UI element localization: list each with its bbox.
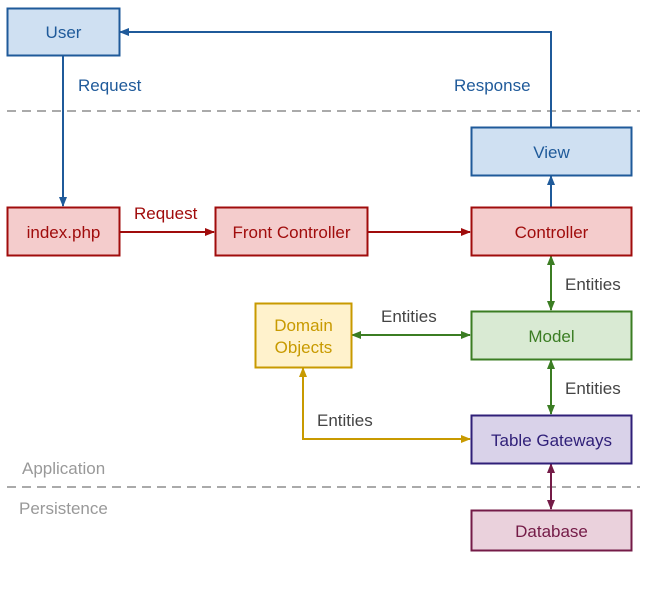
edge-label-model-gateways: Entities: [565, 379, 621, 398]
node-user: User: [6, 7, 121, 57]
layer-label-application: Application: [22, 459, 105, 478]
edge-label-response: Response: [454, 76, 531, 95]
node-model-label: Model: [528, 327, 574, 346]
node-controller-label: Controller: [515, 223, 589, 242]
node-table-gateways-label: Table Gateways: [491, 431, 612, 450]
node-domain-objects-label-1: Domain: [274, 316, 333, 335]
node-index: index.php: [6, 206, 121, 257]
edge-label-controller-model: Entities: [565, 275, 621, 294]
node-front-controller-label: Front Controller: [232, 223, 350, 242]
node-controller: Controller: [470, 206, 633, 257]
node-view: View: [470, 126, 633, 177]
edge-label-user-request: Request: [78, 76, 142, 95]
node-view-label: View: [533, 143, 570, 162]
node-user-label: User: [46, 23, 82, 42]
node-domain-objects-label-2: Objects: [275, 338, 333, 357]
node-domain-objects: Domain Objects: [254, 302, 353, 369]
layer-label-persistence: Persistence: [19, 499, 108, 518]
node-database: Database: [470, 509, 633, 552]
edge-label-index-request: Request: [134, 204, 198, 223]
architecture-diagram: Application Persistence Request Response…: [6, 7, 640, 552]
node-index-label: index.php: [27, 223, 101, 242]
node-model: Model: [470, 310, 633, 361]
edge-label-domain-model: Entities: [381, 307, 437, 326]
node-database-label: Database: [515, 522, 588, 541]
node-table-gateways: Table Gateways: [470, 414, 633, 465]
node-front-controller: Front Controller: [214, 206, 369, 257]
edge-label-domain-gateways: Entities: [317, 411, 373, 430]
